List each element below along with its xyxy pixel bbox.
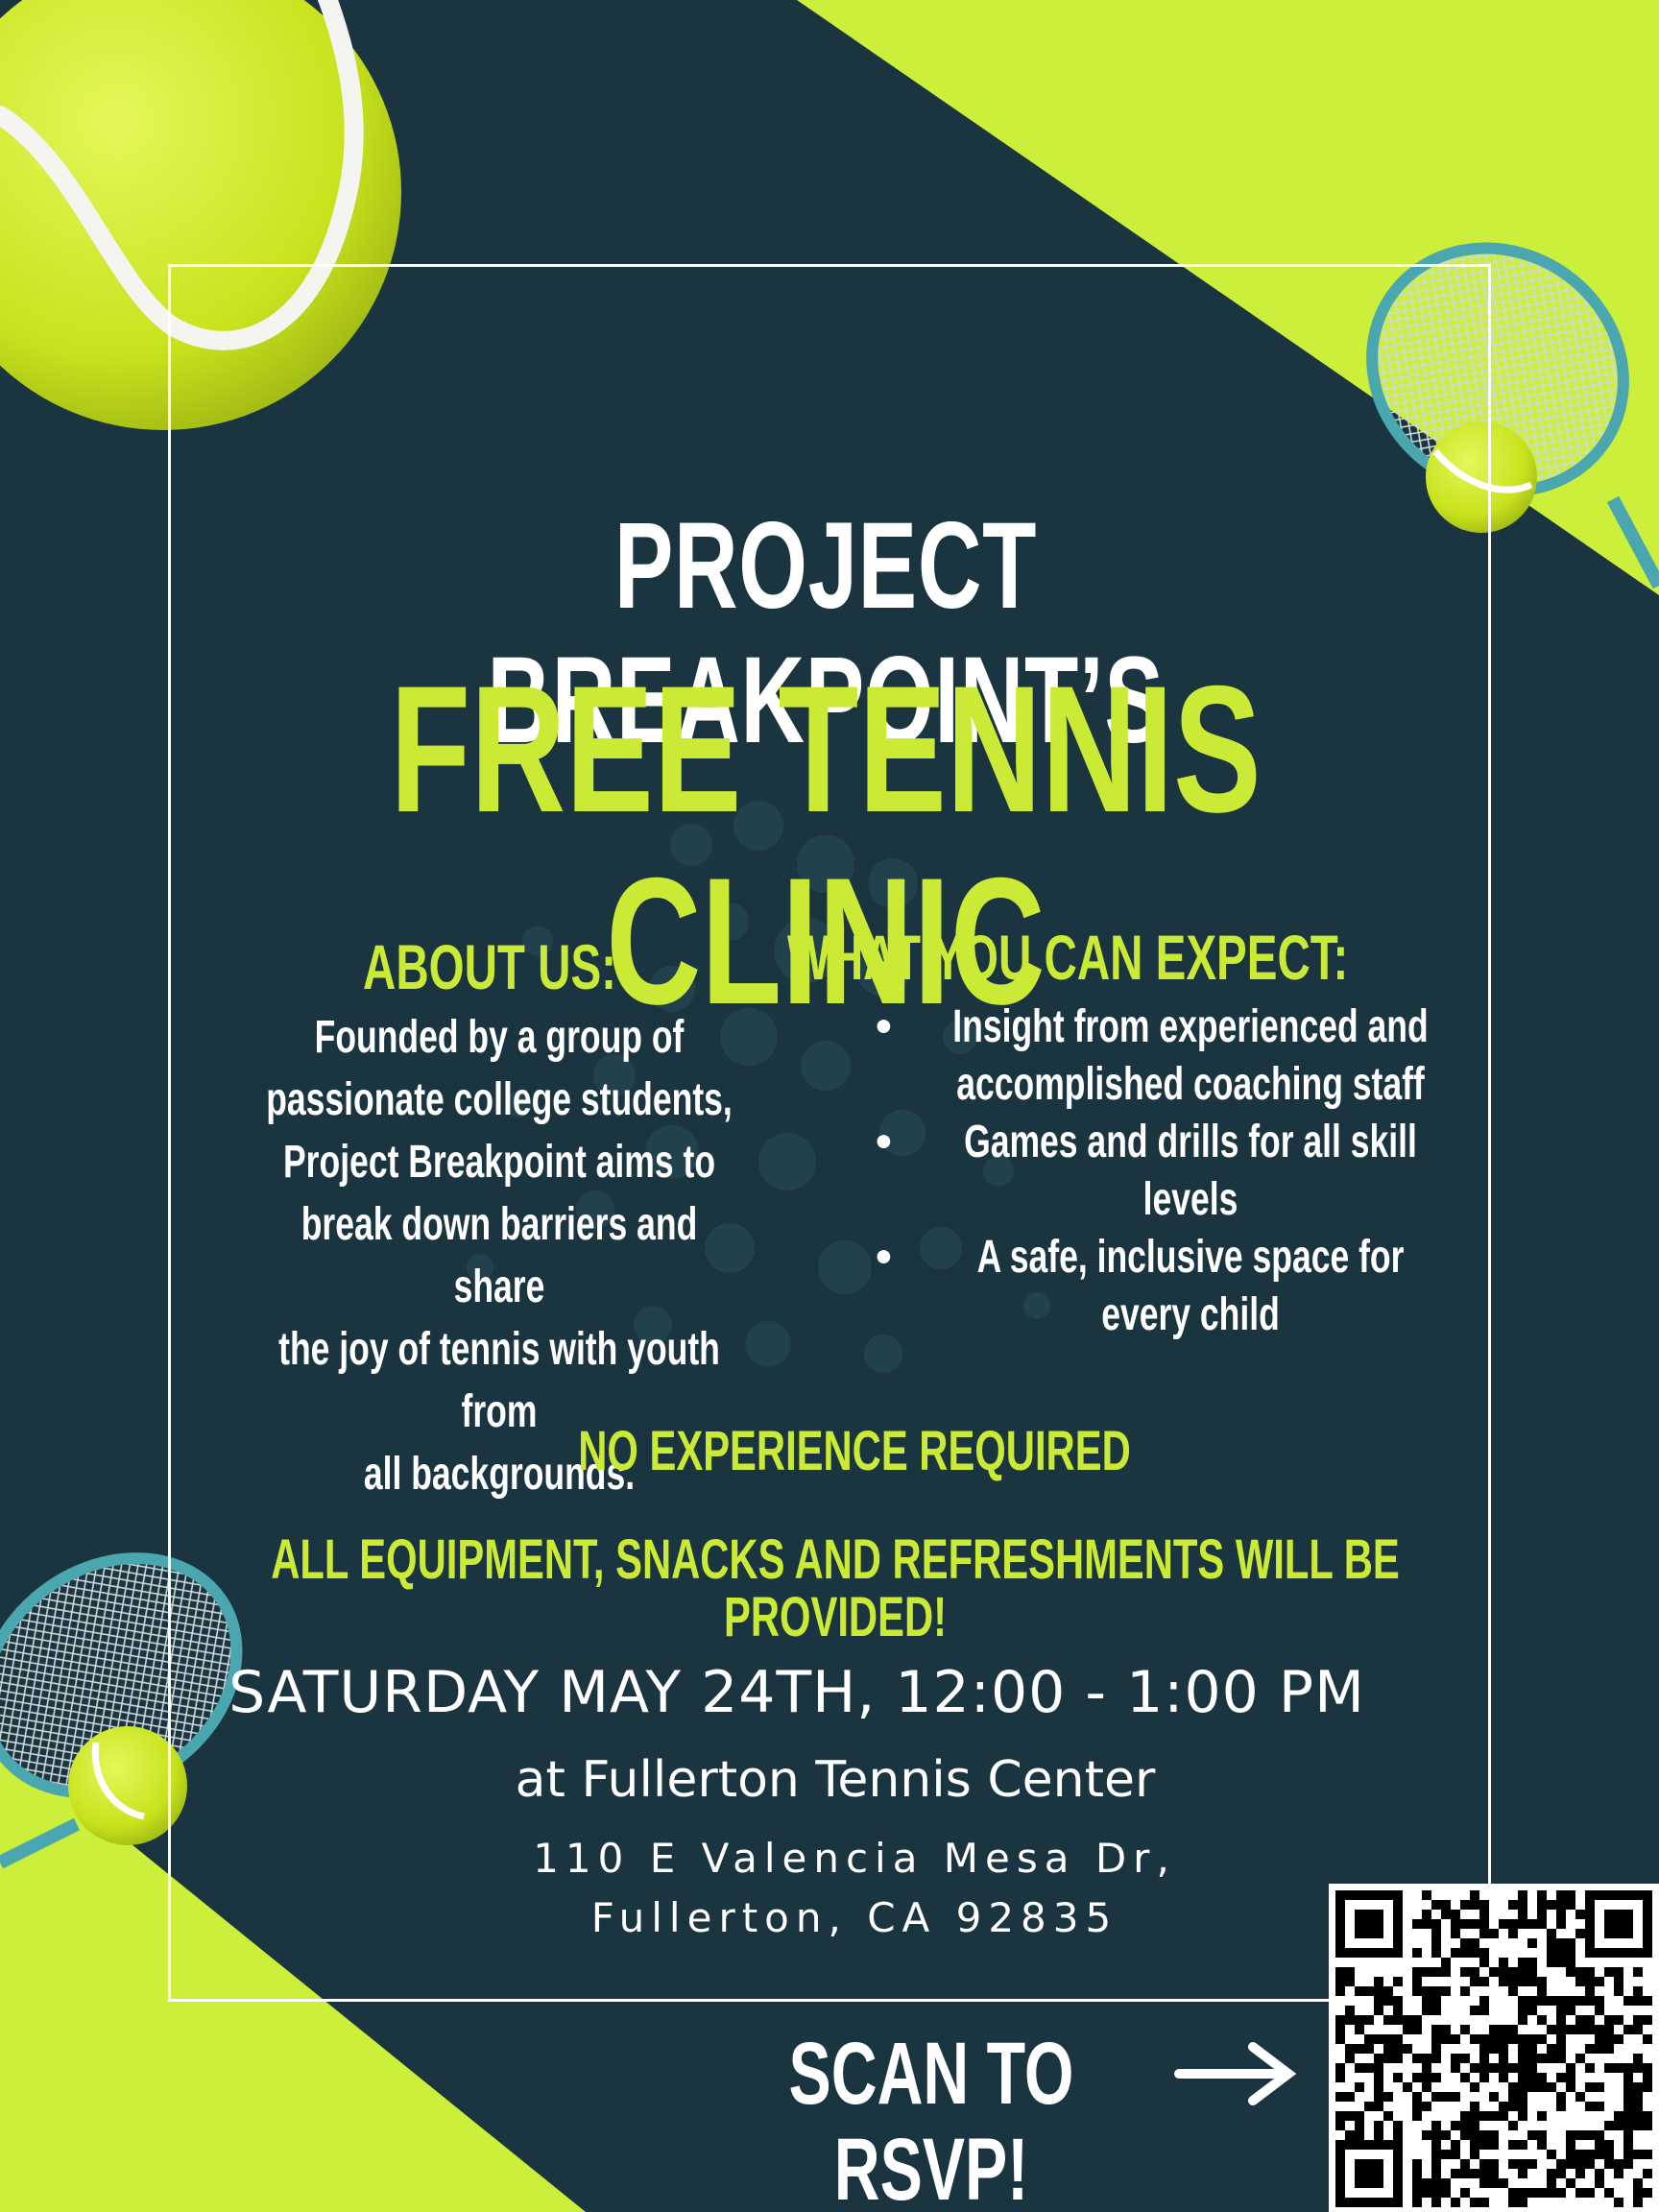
provided-note: ALL EQUIPMENT, SNACKS AND REFRESHMENTS W… <box>271 1528 1400 1648</box>
expect-item: • A safe, inclusive space for every chil… <box>864 1229 1498 1344</box>
arrow-right-icon <box>1174 2042 1297 2105</box>
event-address: 110 E Valencia Mesa Dr, Fullerton, CA 92… <box>288 1829 1421 1948</box>
event-date-time: SATURDAY MAY 24TH, 12:00 - 1:00 PM <box>228 1659 1365 1726</box>
bullet-icon: • <box>876 1117 892 1167</box>
expect-heading: WHAT YOU CAN EXPECT: <box>787 922 1349 993</box>
qr-finder-pattern <box>1585 1890 1652 1958</box>
about-line: Founded by a group of <box>314 1012 685 1063</box>
rsvp-label: SCAN TO RSVP! <box>788 2025 1074 2212</box>
qr-code-icon[interactable] <box>1329 1884 1659 2212</box>
no-experience-note: NO EXPERIENCE REQUIRED <box>578 1420 1131 1482</box>
bullet-icon: • <box>876 1232 892 1283</box>
qr-finder-pattern <box>1335 1890 1403 1958</box>
expect-list: • Insight from experienced and accomplis… <box>864 998 1498 1344</box>
address-line2: Fullerton, CA 92835 <box>590 1894 1118 1941</box>
bullet-icon: • <box>876 1001 892 1052</box>
about-line: passionate college students, <box>266 1074 733 1125</box>
address-line1: 110 E Valencia Mesa Dr, <box>533 1835 1176 1882</box>
about-heading: ABOUT US: <box>363 931 616 1002</box>
about-line: break down barriers and share <box>301 1199 698 1312</box>
expect-item: • Insight from experienced and accomplis… <box>864 998 1498 1114</box>
poster: PROJECT BREAKPOINT’S FREE TENNIS CLINIC … <box>0 0 1659 2212</box>
qr-finder-pattern <box>1335 2140 1403 2207</box>
qr-code-graphic <box>1335 1890 1652 2207</box>
about-line: Project Breakpoint aims to <box>282 1137 716 1188</box>
expect-item: • Games and drills for all skill levels <box>864 1114 1498 1229</box>
event-venue: at Fullerton Tennis Center <box>515 1751 1156 1809</box>
